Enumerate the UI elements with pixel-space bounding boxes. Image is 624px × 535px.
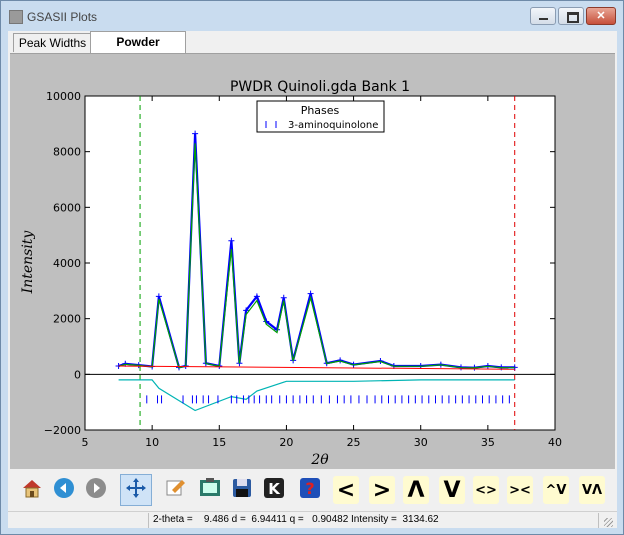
x-tick-label: 25 [347,436,361,449]
app-icon [9,10,23,24]
x-tick-label: 30 [414,436,428,449]
gsasii-plots-window: GSASII Plots Peak Widths Powder Patterns… [0,0,624,535]
expand-x-button[interactable]: <> [470,474,502,506]
y-tick-label: 2000 [53,313,81,326]
resize-grip[interactable] [604,518,613,527]
y-axis-label: Intensity [20,230,36,295]
y-tick-label: −2000 [44,424,81,437]
forward-button[interactable] [80,474,112,506]
compress-y-label: VΛ [579,476,605,504]
help-icon: ? [298,476,322,505]
plot-canvas[interactable]: PWDR Quinoli.gda Bank 1 5 10 15 20 25 30 35 40 −… [10,53,615,469]
save-icon [230,476,254,505]
home-icon [20,476,44,505]
zoom-icon [164,476,188,505]
shift-down-label: V [439,476,465,504]
content-area: Peak Widths Powder Patterns PWDR Quinoli… [8,31,617,528]
shift-up-button[interactable]: Λ [400,474,432,506]
y-tick-label: 0 [74,368,81,381]
k-icon: K [262,476,286,505]
legend: Phases 3-aminoquinolone [256,100,385,133]
back-button[interactable] [48,474,80,506]
tab-bar: Peak Widths Powder Patterns [8,31,617,70]
maximize-button[interactable] [558,7,584,25]
home-button[interactable] [16,474,48,506]
save-button[interactable] [226,474,258,506]
tab-peak-widths[interactable]: Peak Widths [13,33,92,52]
x-axis-label: 2θ [310,452,329,468]
y-tick-label: 4000 [53,257,81,270]
shift-left-button[interactable]: < [330,474,362,506]
expand-x-label: <> [473,476,499,504]
minimize-button[interactable] [530,7,556,25]
compress-x-label: >< [507,476,533,504]
compress-y-button[interactable]: VΛ [576,474,608,506]
x-tick-label: 10 [145,436,159,449]
svg-text:?: ? [305,479,314,498]
status-readout: 2-theta = 9.486 d = 6.94411 q = 0.90482 … [153,514,439,525]
title-bar[interactable]: GSASII Plots [1,1,623,31]
configure-subplots-icon [198,476,222,505]
back-icon [52,476,76,505]
y-tick-label: 10000 [46,90,81,103]
shift-right-label: > [369,476,395,504]
close-button[interactable] [586,7,616,25]
x-tick-label: 40 [548,436,562,449]
tab-powder-patterns[interactable]: Powder Patterns [90,31,186,70]
forward-icon [84,476,108,505]
plot-toolbar: K? < > Λ V <> >< ^V VΛ [8,471,617,511]
status-bar: 2-theta = 9.486 d = 6.94411 q = 0.90482 … [8,511,617,529]
expand-y-label: ^V [543,476,569,504]
help-button[interactable]: ? [294,474,326,506]
window-title: GSASII Plots [27,10,98,24]
x-tick-label: 15 [212,436,226,449]
chart-title: PWDR Quinoli.gda Bank 1 [230,79,410,95]
zoom-button[interactable] [160,474,192,506]
y-tick-label: 6000 [53,201,81,214]
shift-down-button[interactable]: V [436,474,468,506]
shift-right-button[interactable]: > [366,474,398,506]
k-button[interactable]: K [258,474,290,506]
x-tick-label: 5 [82,436,89,449]
expand-y-button[interactable]: ^V [540,474,572,506]
compress-x-button[interactable]: >< [504,474,536,506]
powder-pattern-chart[interactable]: PWDR Quinoli.gda Bank 1 5 10 15 20 25 30 35 40 −… [10,54,615,469]
shift-up-label: Λ [403,476,429,504]
pan-icon [124,476,148,505]
x-tick-label: 20 [279,436,293,449]
legend-entry: 3-aminoquinolone [288,120,378,131]
status-separator [598,513,599,528]
pan-button[interactable] [120,474,152,506]
y-tick-label: 8000 [53,146,81,159]
configure-subplots-button[interactable] [194,474,226,506]
shift-left-label: < [333,476,359,504]
legend-title: Phases [301,104,340,117]
svg-text:K: K [268,480,281,498]
status-separator [148,513,149,528]
x-tick-label: 35 [481,436,495,449]
